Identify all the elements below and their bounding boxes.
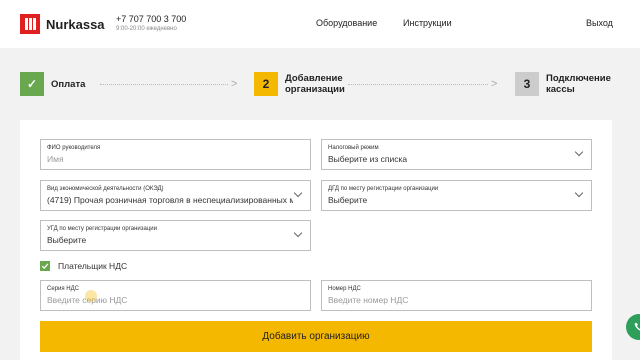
field-value: Выберите	[47, 235, 87, 245]
chevron-down-icon	[293, 188, 303, 198]
vat-payer-label: Плательщик НДС	[58, 261, 128, 271]
chevron-down-icon	[293, 228, 303, 238]
nav-instructions[interactable]: Инструкции	[403, 18, 452, 28]
step-connect-register: 3 Подключение кассы	[515, 72, 611, 96]
step-number: 3	[515, 72, 539, 96]
field-label: ФИО руководителя	[47, 145, 101, 151]
field-value: (4719) Прочая розничная торговля в неспе…	[47, 195, 293, 205]
add-organization-button[interactable]: Добавить организацию	[40, 321, 592, 352]
dgd-select[interactable]: ДГД по месту регистрации организации Выб…	[321, 180, 592, 211]
step-payment-label: Оплата	[51, 78, 86, 90]
step-number: 2	[254, 72, 278, 96]
activity-select[interactable]: Вид экономической деятельности (ОКЭД) (4…	[40, 180, 311, 211]
field-label: УГД по месту регистрации организации	[47, 226, 157, 232]
field-label: ДГД по месту регистрации организации	[328, 186, 439, 192]
logo-icon	[20, 14, 40, 34]
chevron-down-icon	[574, 147, 584, 157]
field-placeholder: Введите номер НДС	[328, 295, 409, 305]
step-add-organization-label: Добавление организации	[285, 73, 345, 95]
chevron-right-icon: >	[491, 78, 498, 90]
check-icon	[41, 263, 49, 270]
step-add-organization: 2 Добавление организации	[254, 72, 345, 96]
cursor-highlight	[85, 290, 97, 302]
chevron-right-icon: >	[231, 78, 238, 90]
chevron-down-icon	[574, 188, 584, 198]
organization-form: ФИО руководителя Имя Налоговый режим Выб…	[20, 120, 612, 360]
director-name-field[interactable]: ФИО руководителя Имя	[40, 139, 311, 170]
vat-payer-row[interactable]: Плательщик НДС	[40, 261, 127, 271]
step-divider	[100, 84, 228, 85]
vat-series-field[interactable]: Серия НДС Введите серию НДС	[40, 280, 311, 311]
field-label: Номер НДС	[328, 286, 361, 292]
top-header: Nurkassa +7 707 700 3 700 9:00-20:00 еже…	[0, 0, 640, 48]
field-value: Выберите из списка	[328, 154, 408, 164]
field-value: Выберите	[328, 195, 368, 205]
brand-name: Nurkassa	[46, 16, 105, 32]
nav-equipment[interactable]: Оборудование	[316, 18, 377, 28]
field-label: Вид экономической деятельности (ОКЭД)	[47, 186, 164, 192]
phone-number[interactable]: +7 707 700 3 700	[116, 14, 186, 24]
check-icon: ✓	[20, 72, 44, 96]
vat-number-field[interactable]: Номер НДС Введите номер НДС	[321, 280, 592, 311]
step-payment: ✓ Оплата	[20, 72, 85, 96]
vat-payer-checkbox[interactable]	[40, 261, 50, 271]
phone-icon[interactable]	[626, 314, 640, 340]
brand-logo[interactable]: Nurkassa	[20, 14, 105, 34]
step-divider	[348, 84, 488, 85]
field-label: Налоговый режим	[328, 145, 379, 151]
field-label: Серия НДС	[47, 286, 80, 292]
tax-mode-select[interactable]: Налоговый режим Выберите из списка	[321, 139, 592, 170]
step-connect-register-label: Подключение кассы	[546, 73, 611, 95]
working-hours: 9:00-20:00 ежедневно	[116, 26, 177, 32]
field-placeholder: Имя	[47, 154, 64, 164]
ugd-select[interactable]: УГД по месту регистрации организации Выб…	[40, 220, 311, 251]
logout-link[interactable]: Выход	[586, 18, 613, 28]
